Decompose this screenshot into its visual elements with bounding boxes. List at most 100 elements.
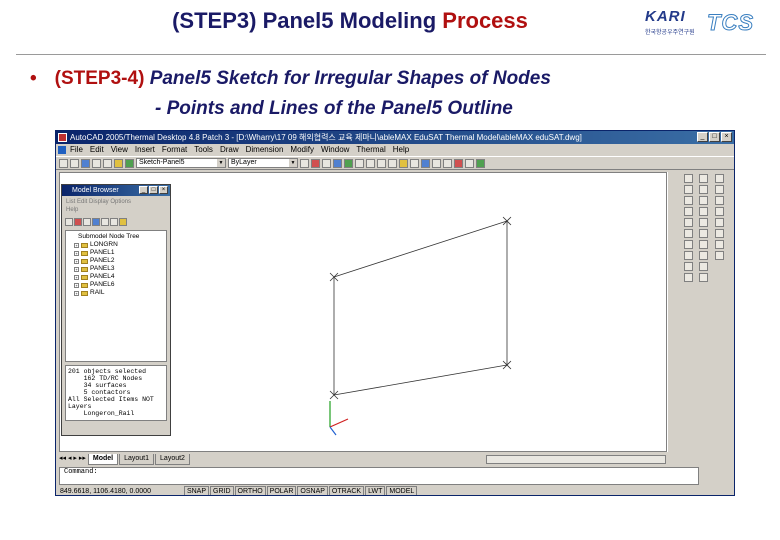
tree-item[interactable]: + PANEL1	[70, 249, 162, 257]
browser-menu[interactable]: List Edit Display Options Help	[62, 196, 170, 216]
grid-toggle[interactable]: GRID	[210, 486, 234, 495]
window-titlebar[interactable]: AutoCAD 2005/Thermal Desktop 4.8 Patch 3…	[56, 131, 734, 144]
save-icon[interactable]	[81, 158, 90, 168]
menu-draw[interactable]: Draw	[220, 145, 239, 154]
view-icon[interactable]	[454, 158, 463, 168]
browser-tool-icon[interactable]	[74, 218, 82, 226]
orbit-icon[interactable]	[714, 240, 724, 249]
layer-sun-icon[interactable]	[125, 158, 134, 168]
tab-nav-arrows[interactable]: ◂◂ ◂ ▸ ▸▸	[59, 455, 88, 462]
browser-menu-line1[interactable]: List Edit Display Options	[66, 198, 166, 206]
thermal-tool-icon[interactable]	[344, 158, 353, 168]
view-icon[interactable]	[410, 158, 419, 168]
menu-window[interactable]: Window	[321, 145, 349, 154]
layer-combo[interactable]: Sketch-Panel5 ▼	[136, 158, 226, 168]
polar-toggle[interactable]: POLAR	[266, 486, 297, 495]
menu-tools[interactable]: Tools	[194, 145, 213, 154]
menu-dimension[interactable]: Dimension	[246, 145, 284, 154]
browser-tool-icon[interactable]	[119, 218, 127, 226]
tab-layout2[interactable]: Layout2	[155, 454, 190, 465]
tree-item[interactable]: + PANEL4	[70, 273, 162, 281]
tab-model[interactable]: Model	[87, 454, 119, 465]
menu-thermal[interactable]: Thermal	[356, 145, 385, 154]
expand-icon[interactable]: +	[74, 282, 79, 288]
tree-item[interactable]: + PANEL2	[70, 257, 162, 265]
conductor-icon[interactable]	[714, 185, 724, 194]
browser-maximize-button[interactable]: □	[149, 186, 158, 194]
menu-format[interactable]: Format	[162, 145, 187, 154]
properties-icon[interactable]	[399, 158, 408, 168]
otrack-toggle[interactable]: OTRACK	[328, 486, 365, 495]
minimize-button[interactable]: _	[697, 132, 708, 142]
point-icon[interactable]	[683, 240, 693, 249]
view-icon[interactable]	[465, 158, 474, 168]
postprocess-icon[interactable]	[714, 251, 724, 260]
outline-line[interactable]	[333, 364, 508, 396]
browser-tool-icon[interactable]	[65, 218, 73, 226]
undo-icon[interactable]	[92, 158, 101, 168]
surface-icon[interactable]	[714, 196, 724, 205]
extend-icon[interactable]	[698, 273, 708, 282]
thermal-tool-icon[interactable]	[311, 158, 320, 168]
tree-item[interactable]: + RAIL	[70, 289, 162, 297]
layer-bulb-icon[interactable]	[114, 158, 123, 168]
browser-menu-line2[interactable]: Help	[66, 206, 166, 214]
menu-modify[interactable]: Modify	[290, 145, 314, 154]
model-browser-titlebar[interactable]: Model Browser _ □ ×	[62, 185, 170, 196]
polyline-icon[interactable]	[683, 185, 693, 194]
contactor-icon[interactable]	[714, 207, 724, 216]
snap-toggle[interactable]: SNAP	[183, 486, 210, 495]
new-icon[interactable]	[59, 158, 68, 168]
redo-icon[interactable]	[103, 158, 112, 168]
browser-tool-icon[interactable]	[92, 218, 100, 226]
osnap-toggle[interactable]: OSNAP	[297, 486, 328, 495]
thermal-tool-icon[interactable]	[333, 158, 342, 168]
arc-icon[interactable]	[683, 207, 693, 216]
expand-icon[interactable]: +	[74, 250, 79, 256]
node-icon[interactable]	[714, 174, 724, 183]
circle-icon[interactable]	[683, 196, 693, 205]
array-icon[interactable]	[698, 218, 708, 227]
lwt-toggle[interactable]: LWT	[365, 486, 386, 495]
menu-help[interactable]: Help	[393, 145, 409, 154]
rotate-icon[interactable]	[698, 240, 708, 249]
tree-item[interactable]: + PANEL3	[70, 265, 162, 273]
color-combo[interactable]: ByLayer ▼	[228, 158, 298, 168]
browser-close-button[interactable]: ×	[159, 186, 168, 194]
tree-item[interactable]: + PANEL6	[70, 281, 162, 289]
command-line[interactable]: Command:	[59, 467, 699, 485]
tab-layout1[interactable]: Layout1	[119, 454, 155, 465]
expand-icon[interactable]: +	[74, 258, 79, 264]
radiation-icon[interactable]	[714, 229, 724, 238]
outline-line[interactable]	[333, 220, 508, 278]
rectangle-icon[interactable]	[683, 218, 693, 227]
document-icon[interactable]	[58, 146, 66, 154]
tree-root[interactable]: Submodel Node Tree	[70, 233, 162, 241]
zoom-icon[interactable]	[366, 158, 375, 168]
view-icon[interactable]	[476, 158, 485, 168]
move-icon[interactable]	[698, 229, 708, 238]
zoom-icon[interactable]	[377, 158, 386, 168]
view-icon[interactable]	[443, 158, 452, 168]
thermal-tool-icon[interactable]	[300, 158, 309, 168]
ortho-toggle[interactable]: ORTHO	[234, 486, 266, 495]
close-button[interactable]: ×	[721, 132, 732, 142]
block-icon[interactable]	[683, 273, 693, 282]
vertical-scrollbar[interactable]	[667, 172, 679, 452]
browser-tool-icon[interactable]	[83, 218, 91, 226]
horizontal-scrollbar[interactable]	[486, 455, 666, 464]
pan-icon[interactable]	[388, 158, 397, 168]
hatch-icon[interactable]	[683, 251, 693, 260]
maximize-button[interactable]: □	[709, 132, 720, 142]
view-icon[interactable]	[432, 158, 441, 168]
browser-tool-icon[interactable]	[101, 218, 109, 226]
menu-file[interactable]: File	[70, 145, 83, 154]
browser-minimize-button[interactable]: _	[139, 186, 148, 194]
expand-icon[interactable]: +	[74, 242, 79, 248]
expand-icon[interactable]: +	[74, 274, 79, 280]
open-icon[interactable]	[70, 158, 79, 168]
zoom-icon[interactable]	[355, 158, 364, 168]
menu-view[interactable]: View	[111, 145, 128, 154]
view-icon[interactable]	[421, 158, 430, 168]
mirror-icon[interactable]	[698, 196, 708, 205]
